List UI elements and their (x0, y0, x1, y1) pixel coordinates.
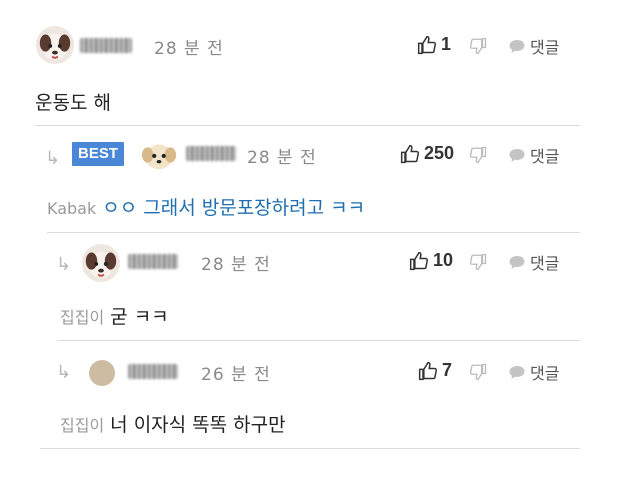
comment-body-wrap: 집집이 너 이자식 똑똑 하구만 (60, 410, 286, 437)
comment-body-wrap: Kabak ㅇㅇ 그래서 방문포장하려고 ㅋㅋ (47, 193, 365, 220)
username-blurred[interactable] (80, 38, 132, 53)
avatar[interactable] (36, 26, 74, 64)
reply-label: 댓글 (530, 364, 560, 383)
speech-bubble-icon (509, 149, 525, 162)
thumbs-up-icon (400, 144, 420, 163)
puppy-avatar-icon (140, 136, 178, 174)
mention-username[interactable]: 집집이 (60, 416, 104, 435)
comment-body: 굳 ㅋㅋ (110, 306, 169, 328)
mention-username[interactable]: 집집이 (60, 308, 104, 327)
like-count: 1 (441, 34, 452, 54)
like-button[interactable]: 250 (400, 143, 454, 164)
comment-item: ↳ 28 분 전 10 댓글 집집이 굳 ㅋㅋ (0, 232, 640, 340)
username-blurred[interactable] (186, 146, 236, 161)
reply-button[interactable]: 댓글 (508, 360, 559, 384)
thumbs-down-icon[interactable] (469, 363, 487, 381)
best-badge: BEST (72, 142, 125, 166)
thumbs-up-icon (418, 361, 438, 380)
thumbs-down-icon[interactable] (469, 253, 487, 271)
username-blurred[interactable] (128, 364, 178, 379)
thumbs-down-icon[interactable] (469, 37, 487, 55)
comment-item: 28 분 전 1 댓글 운동도 해 (0, 0, 640, 128)
thumbs-up-icon (417, 35, 437, 54)
thumbs-down-icon[interactable] (469, 146, 487, 164)
comment-item: ↳ BEST 28 분 전 250 댓글 Kabak ㅇㅇ 그래서 방문포장하려… (0, 128, 640, 232)
dog-avatar-icon (82, 244, 120, 282)
timestamp: 28 분 전 (247, 148, 317, 168)
reply-arrow-icon: ↳ (56, 254, 72, 275)
reply-label: 댓글 (530, 38, 560, 57)
speech-bubble-icon (509, 40, 525, 53)
timestamp: 28 분 전 (201, 255, 271, 275)
like-button[interactable]: 1 (417, 34, 451, 55)
dog-avatar-icon (36, 26, 74, 64)
like-button[interactable]: 10 (409, 250, 453, 271)
reply-button[interactable]: 댓글 (508, 143, 559, 167)
divider (35, 125, 580, 126)
reply-button[interactable]: 댓글 (508, 34, 559, 58)
avatar[interactable] (82, 244, 120, 282)
comment-body: 운동도 해 (35, 92, 111, 114)
avatar[interactable] (89, 360, 115, 386)
comment-body: ㅇㅇ 그래서 방문포장하려고 ㅋㅋ (102, 197, 366, 219)
mention-username[interactable]: Kabak (47, 199, 96, 218)
speech-bubble-icon (509, 366, 525, 379)
reply-arrow-icon: ↳ (56, 362, 72, 383)
like-count: 10 (433, 250, 454, 270)
timestamp: 26 분 전 (201, 365, 271, 385)
reply-button[interactable]: 댓글 (508, 250, 559, 274)
username-blurred[interactable] (128, 254, 178, 269)
reply-label: 댓글 (530, 254, 560, 273)
comment-body-wrap: 집집이 굳 ㅋㅋ (60, 302, 169, 329)
reply-arrow-icon: ↳ (45, 148, 61, 169)
thumbs-up-icon (409, 251, 429, 270)
like-count: 7 (442, 360, 453, 380)
speech-bubble-icon (509, 256, 525, 269)
like-count: 250 (424, 143, 455, 163)
comment-thread: 28 분 전 1 댓글 운동도 해 ↳ BEST 28 분 전 250 댓글 K… (0, 0, 640, 502)
comment-body: 너 이자식 똑똑 하구만 (110, 414, 286, 436)
comment-item: ↳ 26 분 전 7 댓글 집집이 너 이자식 똑똑 하구만 (0, 340, 640, 452)
reply-label: 댓글 (530, 147, 560, 166)
timestamp: 28 분 전 (154, 39, 224, 59)
avatar[interactable] (140, 136, 178, 174)
like-button[interactable]: 7 (418, 360, 452, 381)
divider (40, 448, 580, 449)
